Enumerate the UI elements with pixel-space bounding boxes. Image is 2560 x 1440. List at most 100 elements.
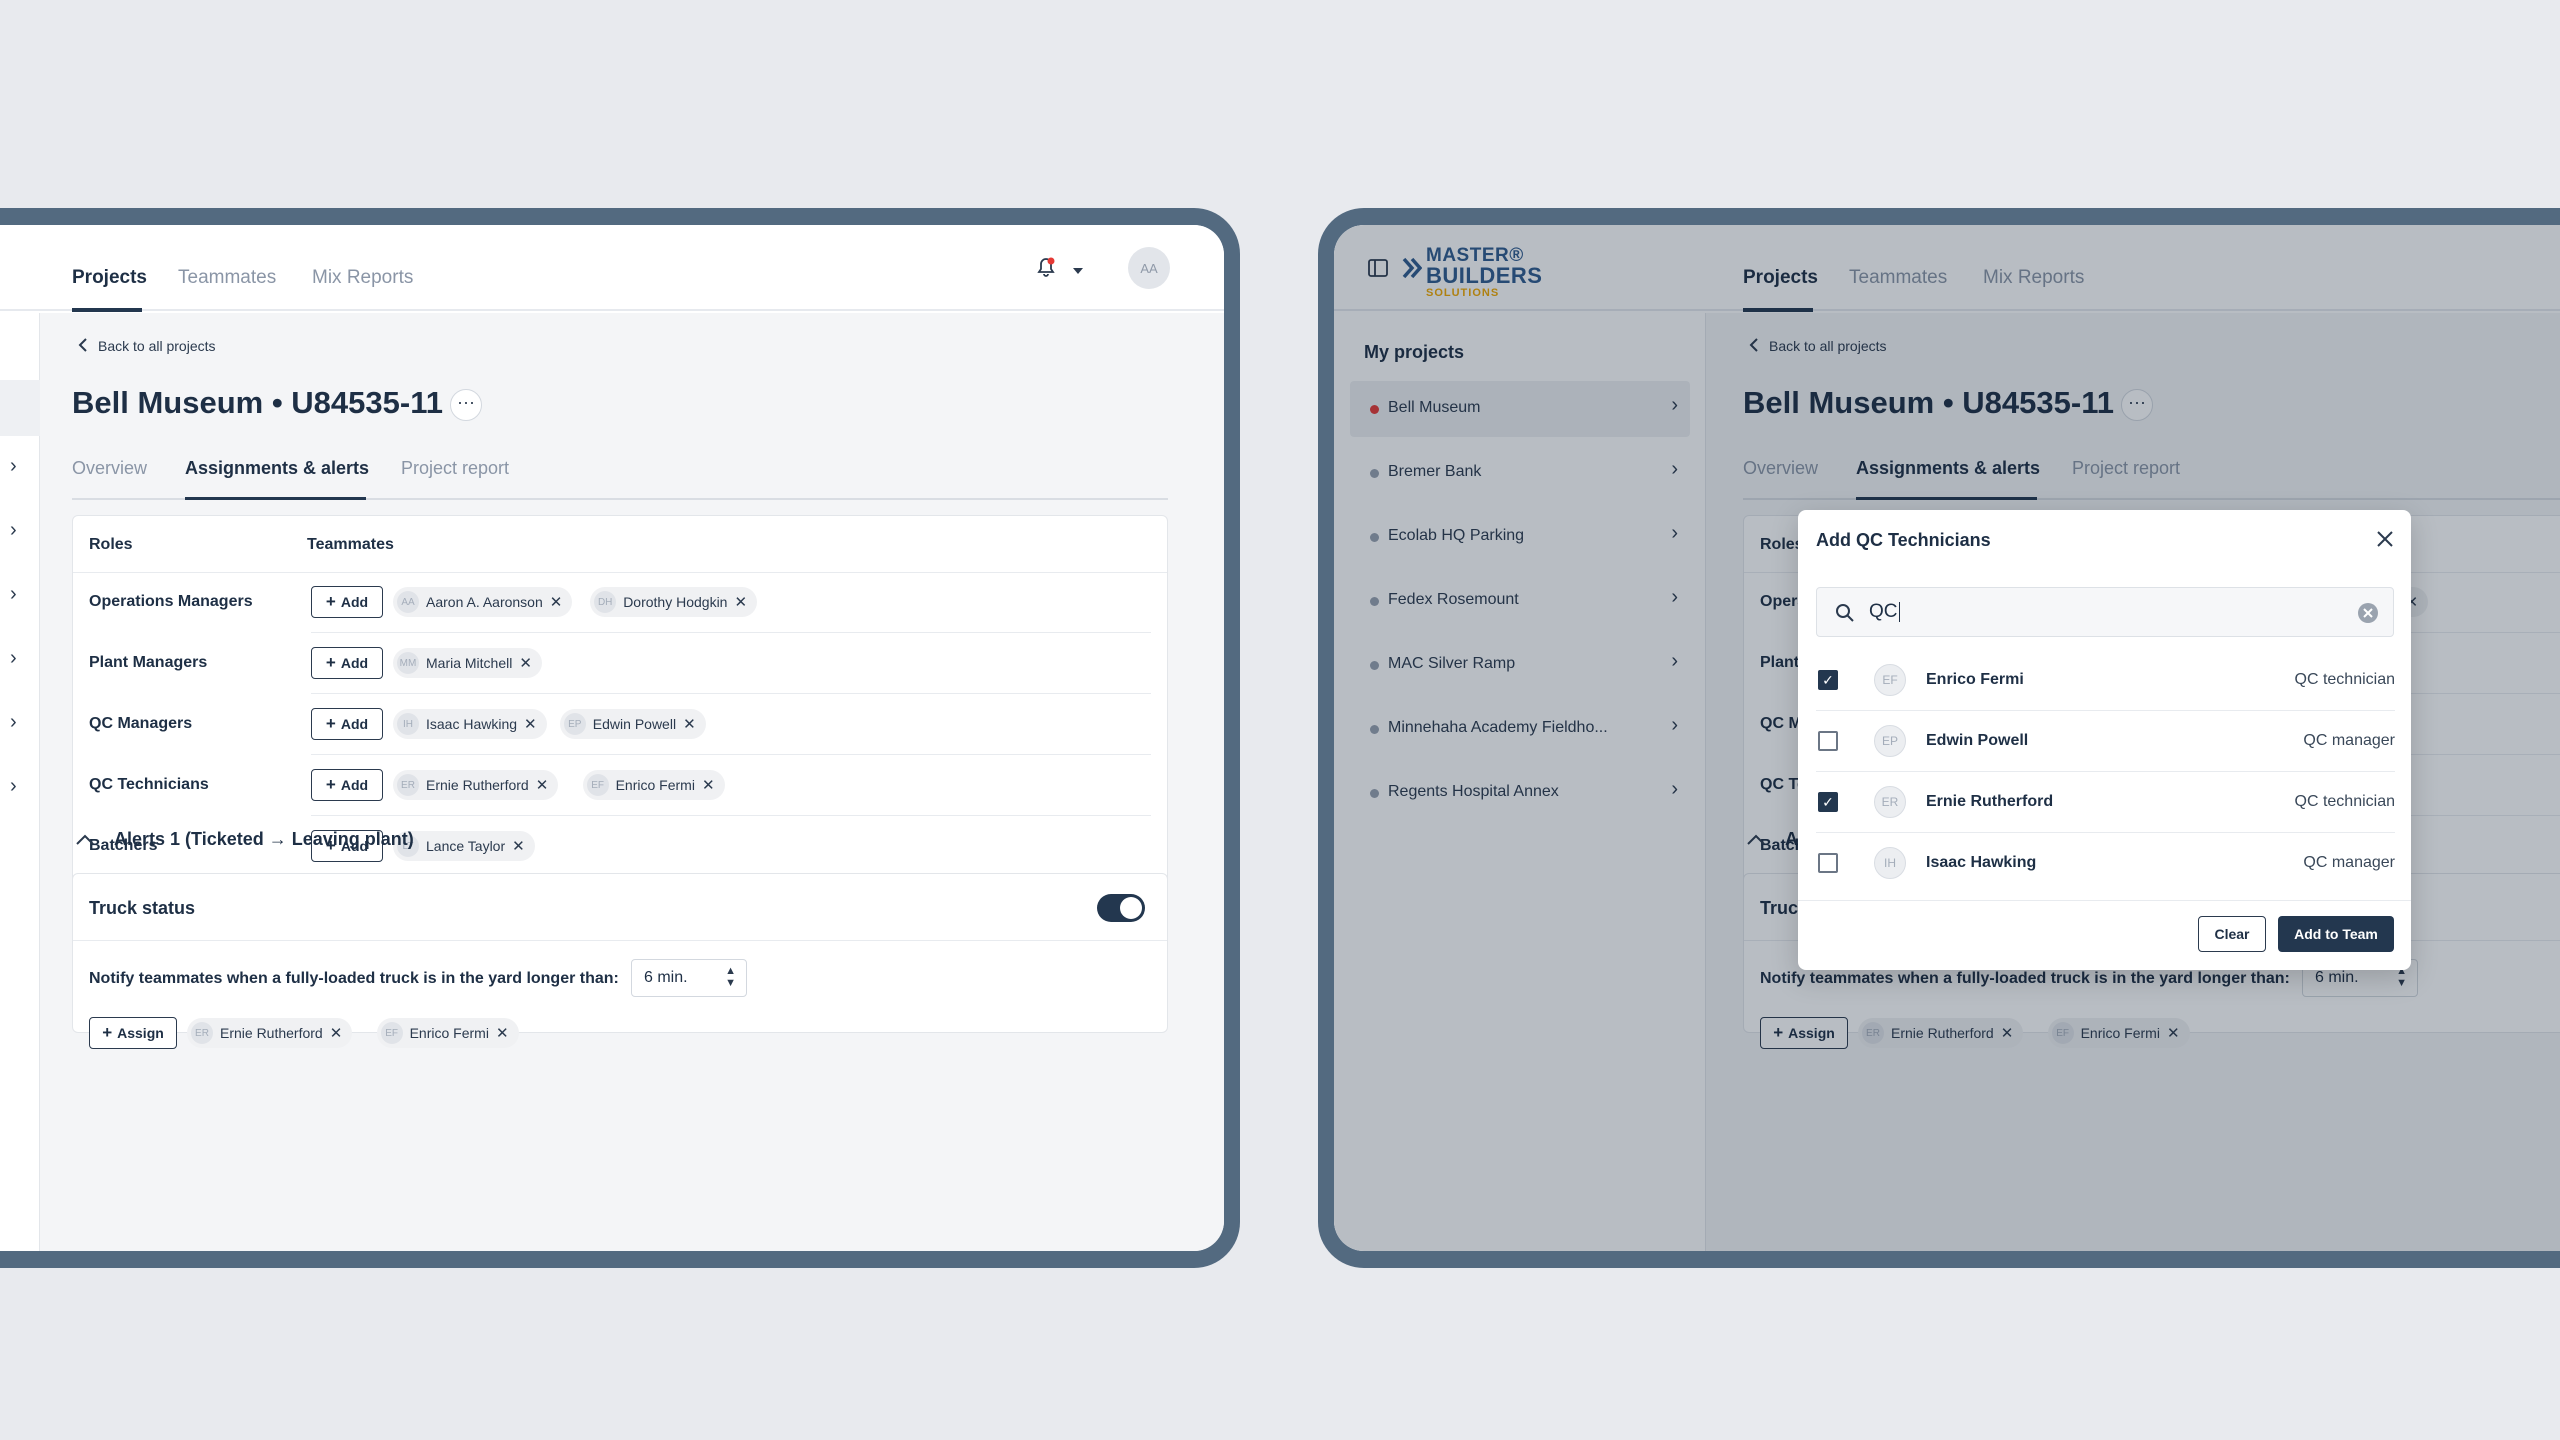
duration-value: 6 min. <box>644 969 688 986</box>
add-button-label: Add <box>340 716 369 732</box>
assignee-avatar: EF <box>380 1022 403 1044</box>
search-icon <box>1835 603 1855 628</box>
sidebar-expand-chevron-icon[interactable]: › <box>10 455 17 478</box>
sidebar-expand-chevron-icon[interactable]: › <box>10 583 17 606</box>
tab-assignments-alerts[interactable]: Assignments & alerts <box>185 458 369 479</box>
roles-column-header: Roles <box>89 536 133 553</box>
row-separator <box>311 815 1151 816</box>
sidebar-expand-chevron-icon[interactable]: › <box>10 711 17 734</box>
result-avatar: IH <box>1874 847 1906 879</box>
role-label: Plant Managers <box>89 654 208 671</box>
add-teammate-button[interactable]: +Add <box>311 647 383 679</box>
teammate-avatar: IH <box>397 713 419 735</box>
teammate-avatar: EF <box>586 774 609 796</box>
checkbox-unchecked[interactable] <box>1818 853 1838 873</box>
sidebar-expand-chevron-icon[interactable]: › <box>10 647 17 670</box>
modal-footer-separator <box>1798 900 2411 901</box>
nav-tab-active-indicator <box>72 308 142 312</box>
remove-assignee-icon[interactable]: ✕ <box>496 1024 509 1042</box>
checkbox-checked[interactable]: ✓ <box>1818 670 1838 690</box>
search-result-row[interactable]: IH Isaac Hawking QC manager <box>1798 833 2411 894</box>
remove-teammate-icon[interactable]: ✕ <box>524 715 537 733</box>
teammate-chip: EF Enrico Fermi ✕ <box>582 770 725 800</box>
right-screen: Projects Teammates Mix Reports MASTER® BUILD… <box>1334 225 2560 1251</box>
add-teammate-button[interactable]: +Add <box>311 769 383 801</box>
back-to-projects-link[interactable]: Back to all projects <box>98 338 216 354</box>
checkbox-unchecked[interactable] <box>1818 731 1838 751</box>
tab-project-report[interactable]: Project report <box>401 458 509 479</box>
add-teammate-button[interactable]: +Add <box>311 708 383 740</box>
assignee-chip: EF Enrico Fermi ✕ <box>376 1018 519 1048</box>
teammate-chip: MM Maria Mitchell ✕ <box>393 648 542 678</box>
user-avatar[interactable]: AA <box>1128 247 1170 289</box>
add-button-label: Add <box>340 594 369 610</box>
page-title: Bell Museum • U84535-11 <box>72 385 443 420</box>
remove-teammate-icon[interactable]: ✕ <box>519 654 532 672</box>
text-cursor <box>1898 601 1900 622</box>
remove-assignee-icon[interactable]: ✕ <box>330 1024 343 1042</box>
plus-icon: + <box>325 653 336 672</box>
assign-button[interactable]: + Assign <box>89 1017 177 1049</box>
nav-tab-mix-reports[interactable]: Mix Reports <box>312 267 413 289</box>
duration-select[interactable]: 6 min. ▲ ▼ <box>631 959 747 997</box>
remove-teammate-icon[interactable]: ✕ <box>734 593 747 611</box>
close-icon[interactable] <box>2376 530 2394 553</box>
more-options-button[interactable]: ··· <box>450 389 482 421</box>
alerts-section-title[interactable]: Alerts 1 (Ticketed → Leaving plant) <box>114 829 414 850</box>
assign-button-label: Assign <box>117 1025 164 1041</box>
tab-overview[interactable]: Overview <box>72 458 147 479</box>
teammate-avatar: DH <box>594 591 617 613</box>
teammate-chip: AA Aaron A. Aaronson ✕ <box>393 587 573 617</box>
teammate-name: Enrico Fermi <box>615 777 695 793</box>
result-name: Ernie Rutherford <box>1926 793 2054 810</box>
top-nav-bar: Projects Teammates Mix Reports AA <box>0 225 1224 312</box>
search-result-row[interactable]: EP Edwin Powell QC manager <box>1798 711 2411 772</box>
right-device-frame: Projects Teammates Mix Reports MASTER® BUILD… <box>1318 208 2560 1268</box>
teammate-name: Aaron A. Aaronson <box>426 594 543 610</box>
search-result-row[interactable]: ✓ EF Enrico Fermi QC technician <box>1798 650 2411 711</box>
role-label: Operations Managers <box>89 593 253 610</box>
result-avatar: EP <box>1874 725 1906 757</box>
search-text: QC <box>1869 601 1898 622</box>
row-separator <box>311 754 1151 755</box>
header-separator <box>73 572 1167 573</box>
teammate-name: Maria Mitchell <box>426 655 513 671</box>
result-role: QC manager <box>2303 732 2395 749</box>
search-input[interactable]: QC <box>1816 587 2394 637</box>
assignee-name: Enrico Fermi <box>409 1025 489 1041</box>
teammate-avatar: MM <box>397 652 419 674</box>
sidebar-expand-chevron-icon[interactable]: › <box>10 519 17 542</box>
nav-tab-projects[interactable]: Projects <box>72 267 147 289</box>
sidebar-active-highlight <box>0 380 40 436</box>
teammate-name: Isaac Hawking <box>426 716 518 732</box>
remove-teammate-icon[interactable]: ✕ <box>550 593 563 611</box>
plus-icon: + <box>102 1023 113 1042</box>
nav-tab-teammates[interactable]: Teammates <box>178 267 276 289</box>
assignee-name: Ernie Rutherford <box>220 1025 323 1041</box>
add-button-label: Add <box>340 655 369 671</box>
truck-status-title: Truck status <box>89 898 196 918</box>
remove-teammate-icon[interactable]: ✕ <box>512 837 525 855</box>
remove-teammate-icon[interactable]: ✕ <box>702 776 715 794</box>
sidebar-expand-chevron-icon[interactable]: › <box>10 775 17 798</box>
clear-search-icon[interactable] <box>2357 602 2379 629</box>
add-button-label: Add <box>340 777 369 793</box>
remove-teammate-icon[interactable]: ✕ <box>536 776 549 794</box>
chevron-left-icon <box>78 338 88 357</box>
chevron-down-icon <box>1072 263 1084 281</box>
checkbox-checked[interactable]: ✓ <box>1818 792 1838 812</box>
truck-status-toggle[interactable] <box>1097 894 1145 922</box>
search-result-row[interactable]: ✓ ER Ernie Rutherford QC technician <box>1798 772 2411 833</box>
teammate-chip: ER Ernie Rutherford ✕ <box>393 770 559 800</box>
notification-bell-icon[interactable] <box>1034 255 1058 284</box>
result-avatar: EF <box>1874 664 1906 696</box>
remove-teammate-icon[interactable]: ✕ <box>683 715 696 733</box>
clear-button[interactable]: Clear <box>2198 916 2266 952</box>
add-teammate-button[interactable]: +Add <box>311 586 383 618</box>
teammate-chip: DH Dorothy Hodgkin ✕ <box>590 587 758 617</box>
result-role: QC manager <box>2303 854 2395 871</box>
search-value: QC <box>1869 601 1900 623</box>
add-to-team-button[interactable]: Add to Team <box>2278 916 2394 952</box>
role-label: QC Managers <box>89 715 193 732</box>
tab-active-indicator <box>185 497 366 500</box>
